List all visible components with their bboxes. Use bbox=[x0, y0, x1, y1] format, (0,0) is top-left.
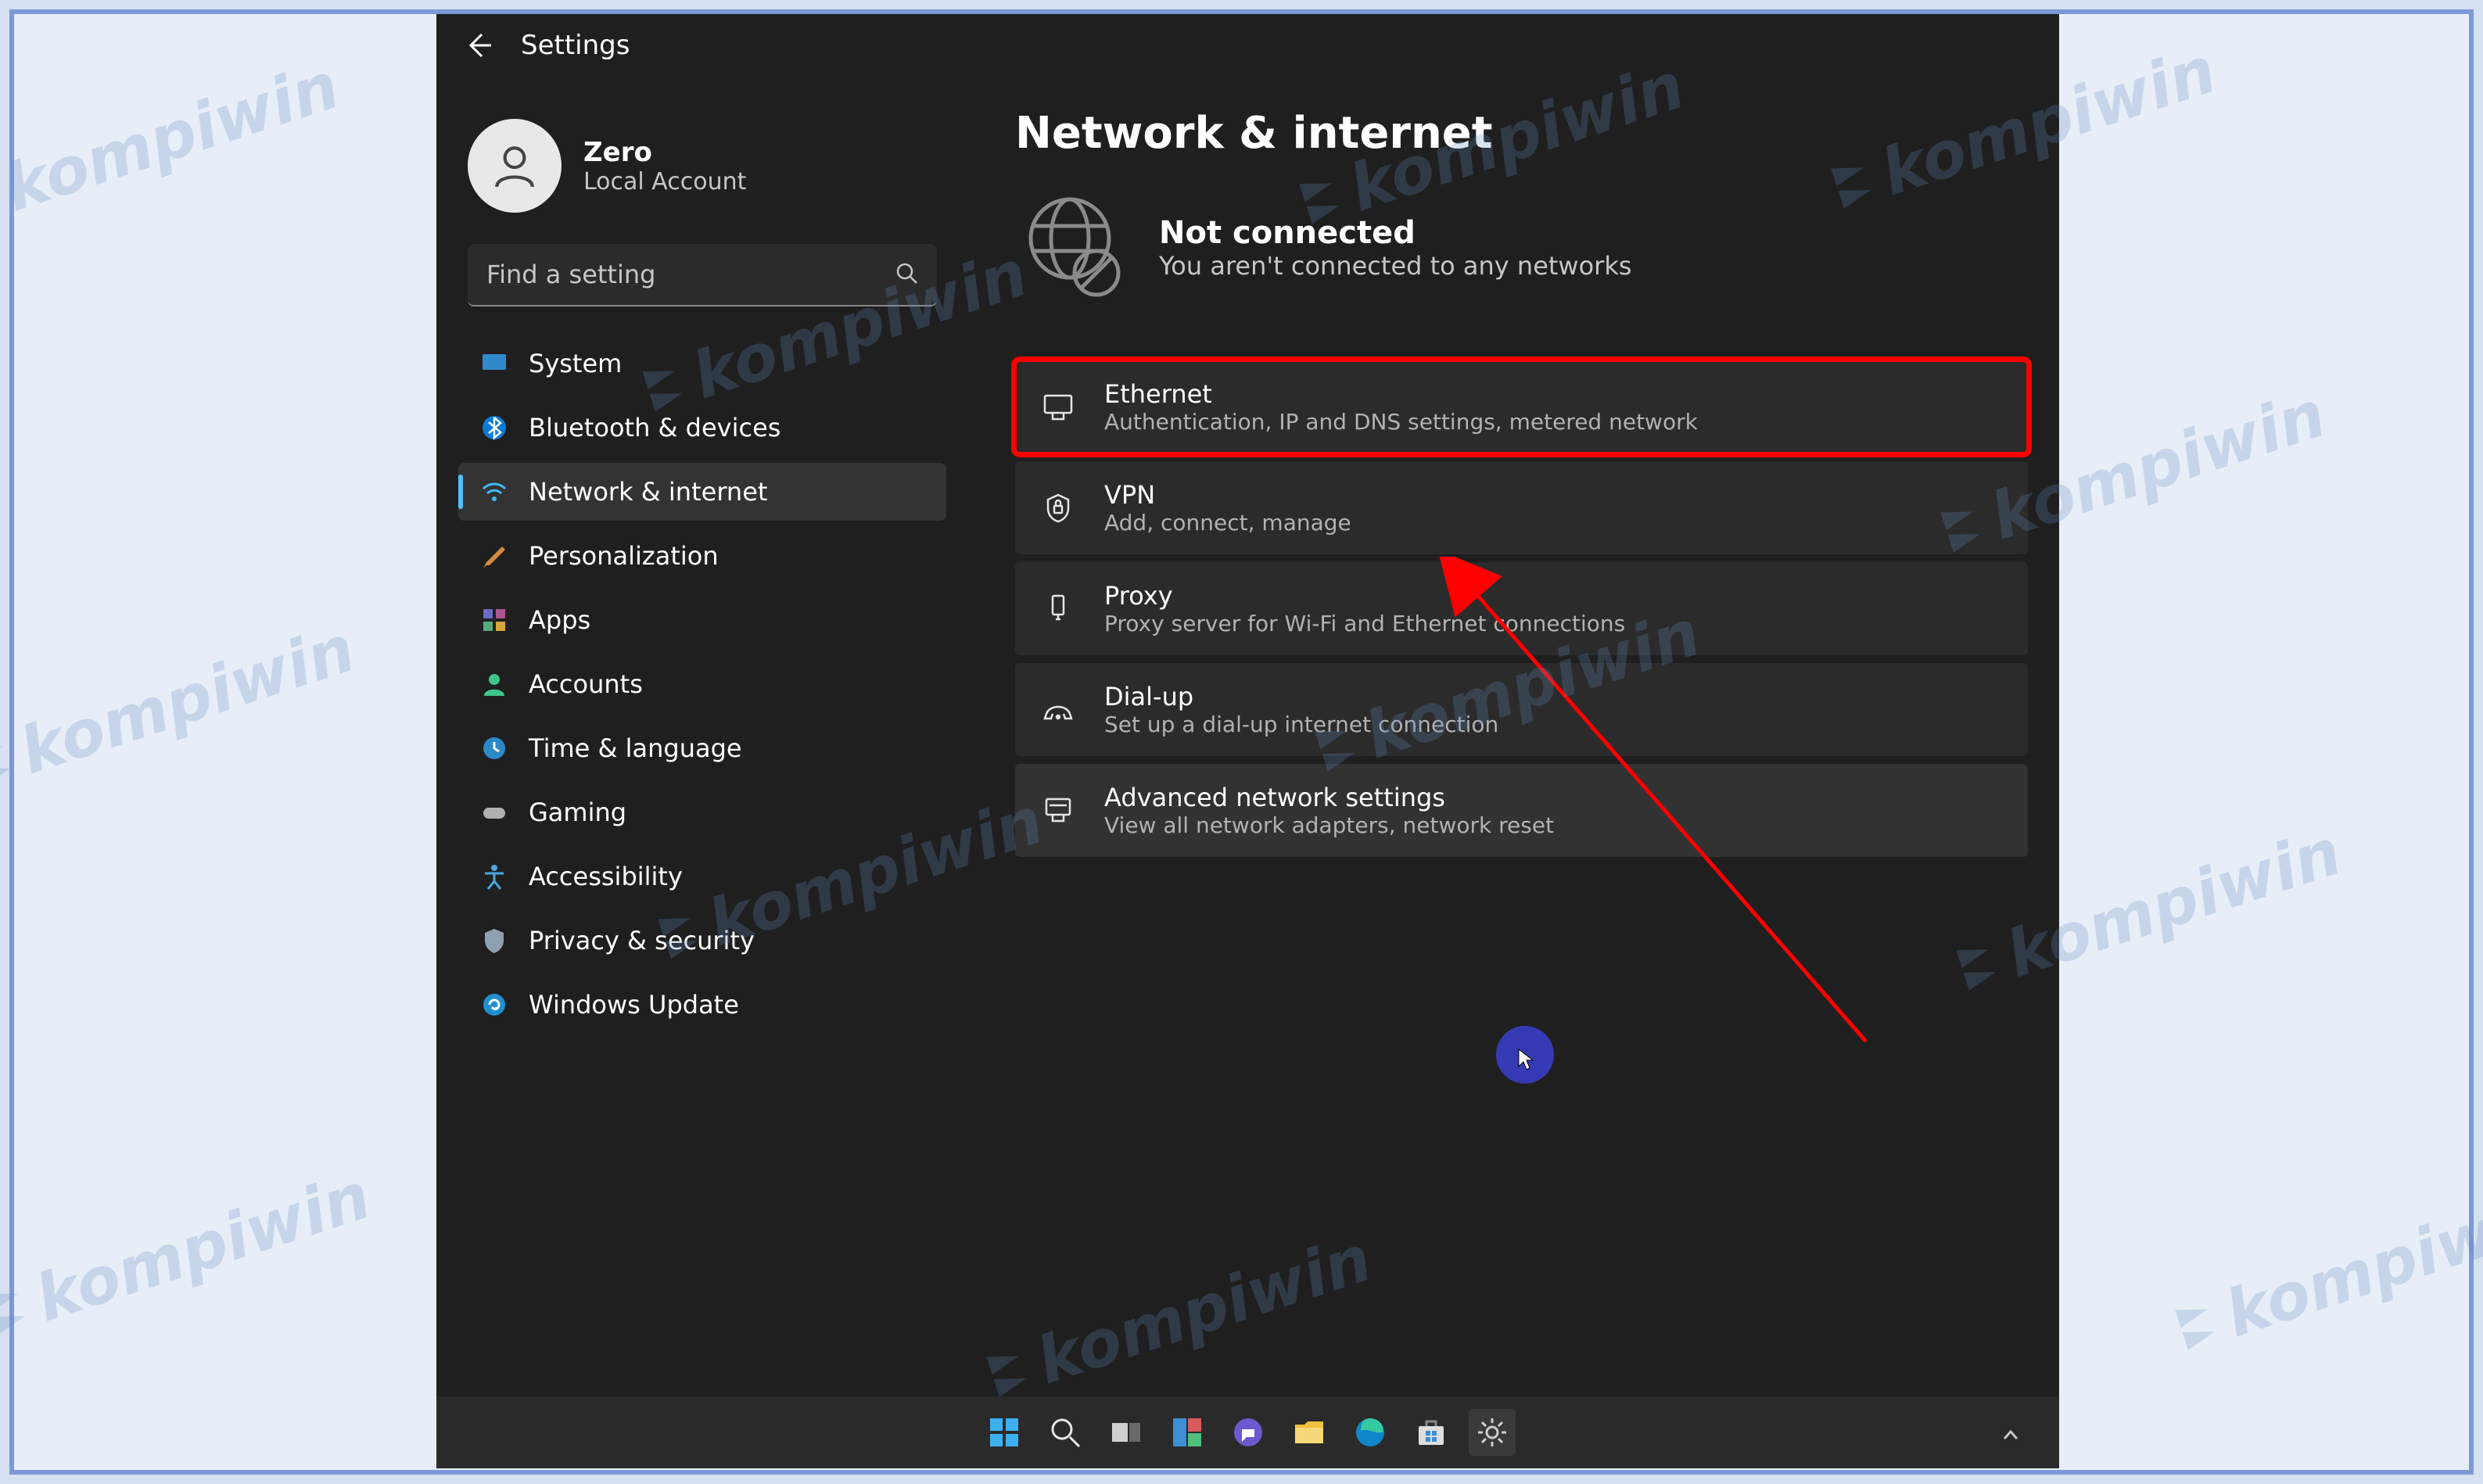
account-block[interactable]: Zero Local Account bbox=[452, 100, 953, 244]
nav-label: Privacy & security bbox=[529, 926, 755, 955]
nav-item-apps[interactable]: Apps bbox=[458, 591, 946, 649]
nav-label: Accounts bbox=[529, 669, 643, 699]
watermark-text: kompiwin bbox=[0, 48, 348, 226]
taskbar-start-icon[interactable] bbox=[981, 1409, 1028, 1456]
search-box[interactable] bbox=[468, 244, 937, 306]
row-sub: Proxy server for Wi-Fi and Ethernet conn… bbox=[1104, 611, 2003, 636]
row-title: Dial-up bbox=[1104, 682, 2003, 712]
avatar-icon bbox=[468, 119, 562, 213]
bluetooth-icon bbox=[480, 414, 508, 442]
row-sub: Set up a dial-up internet connection bbox=[1104, 712, 2003, 737]
wifi-icon bbox=[480, 478, 508, 506]
globe-blocked-icon bbox=[1015, 192, 1125, 304]
nav-item-time[interactable]: Time & language bbox=[458, 719, 946, 777]
search-icon bbox=[895, 261, 918, 288]
watermark-text: kompiwin bbox=[12, 611, 364, 789]
row-proxy[interactable]: Proxy Proxy server for Wi-Fi and Etherne… bbox=[1015, 562, 2028, 655]
account-type: Local Account bbox=[583, 168, 746, 195]
row-ethernet[interactable]: Ethernet Authentication, IP and DNS sett… bbox=[1015, 360, 2028, 453]
dialup-icon bbox=[1040, 692, 1076, 728]
back-icon[interactable] bbox=[465, 31, 493, 59]
taskbar-taskview-icon[interactable] bbox=[1103, 1409, 1150, 1456]
nav-label: Gaming bbox=[529, 798, 626, 827]
accessibility-icon bbox=[480, 862, 508, 891]
taskbar-widgets-icon[interactable] bbox=[1164, 1409, 1211, 1456]
row-sub: Authentication, IP and DNS settings, met… bbox=[1104, 409, 2003, 435]
nav-item-gaming[interactable]: Gaming bbox=[458, 783, 946, 841]
nav-item-personalization[interactable]: Personalization bbox=[458, 527, 946, 585]
app-title: Settings bbox=[521, 30, 630, 61]
row-advanced[interactable]: Advanced network settings View all netwo… bbox=[1015, 764, 2028, 857]
taskbar bbox=[436, 1396, 2059, 1468]
row-dialup[interactable]: Dial-up Set up a dial-up internet connec… bbox=[1015, 663, 2028, 756]
watermark-text: kompiwin bbox=[27, 1159, 379, 1336]
shield-icon bbox=[480, 927, 508, 955]
nav-label: Personalization bbox=[529, 541, 719, 571]
account-name: Zero bbox=[583, 137, 746, 168]
ethernet-icon bbox=[1040, 389, 1076, 425]
search-input[interactable] bbox=[486, 260, 895, 289]
taskbar-tray-chevron-icon[interactable] bbox=[2000, 1425, 2022, 1450]
nav-label: System bbox=[529, 349, 622, 378]
person-icon bbox=[480, 670, 508, 698]
nav-label: Time & language bbox=[529, 733, 742, 763]
sidebar: Zero Local Account System Bluetooth & de… bbox=[452, 100, 953, 1040]
nav-item-update[interactable]: Windows Update bbox=[458, 976, 946, 1034]
nav-item-privacy[interactable]: Privacy & security bbox=[458, 912, 946, 970]
status-sub: You aren't connected to any networks bbox=[1159, 251, 1632, 281]
taskbar-chat-icon[interactable] bbox=[1225, 1409, 1272, 1456]
nav-list: System Bluetooth & devices Network & int… bbox=[452, 335, 953, 1034]
nav-item-accessibility[interactable]: Accessibility bbox=[458, 848, 946, 905]
page-title: Network & internet bbox=[1015, 108, 2028, 159]
row-title: Proxy bbox=[1104, 581, 2003, 611]
page-frame: kompiwin kompiwin kompiwin kompiwin komp… bbox=[9, 9, 2474, 1475]
network-adapter-icon bbox=[1040, 793, 1076, 829]
row-sub: View all network adapters, network reset bbox=[1104, 812, 2003, 838]
vpn-icon bbox=[1040, 490, 1076, 526]
nav-label: Network & internet bbox=[529, 477, 767, 507]
nav-label: Accessibility bbox=[529, 862, 683, 891]
taskbar-store-icon[interactable] bbox=[1408, 1409, 1455, 1456]
window-topbar: Settings bbox=[436, 14, 2059, 77]
proxy-icon bbox=[1040, 591, 1076, 627]
main-panel: Network & internet Not connected You are… bbox=[1015, 108, 2028, 865]
nav-label: Windows Update bbox=[529, 990, 739, 1020]
clock-icon bbox=[480, 734, 508, 762]
nav-label: Bluetooth & devices bbox=[529, 413, 780, 443]
taskbar-edge-icon[interactable] bbox=[1347, 1409, 1394, 1456]
row-title: Ethernet bbox=[1104, 379, 2003, 409]
nav-item-accounts[interactable]: Accounts bbox=[458, 655, 946, 713]
row-sub: Add, connect, manage bbox=[1104, 510, 2003, 536]
network-status: Not connected You aren't connected to an… bbox=[1015, 192, 2028, 304]
nav-item-network[interactable]: Network & internet bbox=[458, 463, 946, 521]
nav-item-system[interactable]: System bbox=[458, 335, 946, 393]
nav-item-bluetooth[interactable]: Bluetooth & devices bbox=[458, 399, 946, 457]
gamepad-icon bbox=[480, 798, 508, 826]
nav-label: Apps bbox=[529, 605, 590, 635]
watermark-text: kompiwin bbox=[2217, 1174, 2483, 1352]
row-vpn[interactable]: VPN Add, connect, manage bbox=[1015, 461, 2028, 554]
grid-icon bbox=[480, 606, 508, 634]
taskbar-search-icon[interactable] bbox=[1042, 1409, 1089, 1456]
taskbar-settings-icon[interactable] bbox=[1469, 1409, 1516, 1456]
settings-window: Settings Zero Local Account bbox=[436, 14, 2059, 1468]
monitor-icon bbox=[480, 349, 508, 378]
brush-icon bbox=[480, 542, 508, 570]
update-icon bbox=[480, 991, 508, 1019]
status-title: Not connected bbox=[1159, 215, 1632, 251]
taskbar-explorer-icon[interactable] bbox=[1286, 1409, 1333, 1456]
cursor-icon bbox=[1517, 1048, 1536, 1071]
row-title: Advanced network settings bbox=[1104, 783, 2003, 812]
row-title: VPN bbox=[1104, 480, 2003, 510]
